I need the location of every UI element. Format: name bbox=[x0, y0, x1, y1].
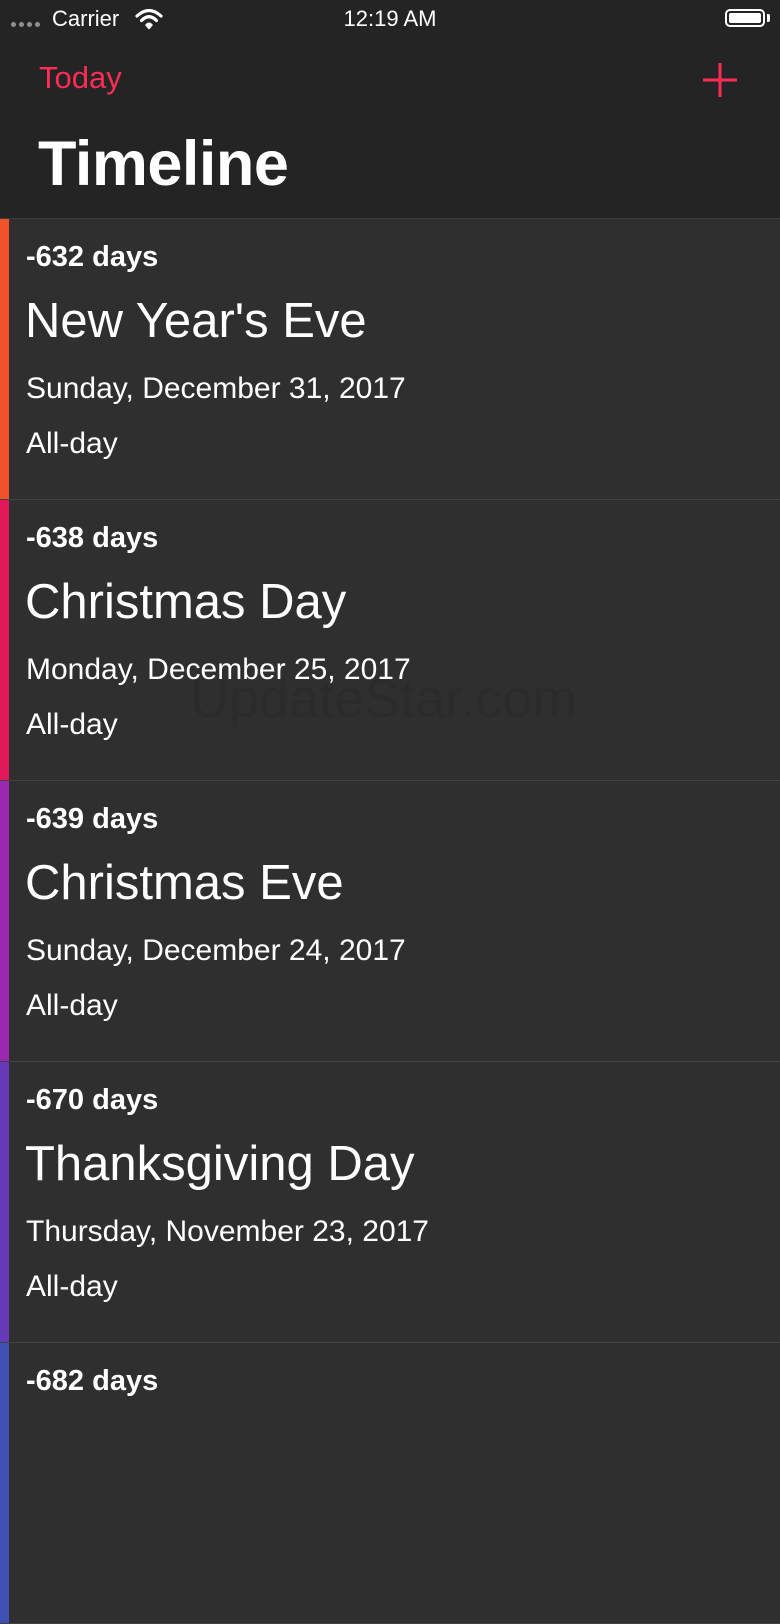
event-date: Thursday, November 23, 2017 bbox=[26, 1215, 429, 1248]
event-date: Sunday, December 24, 2017 bbox=[26, 934, 406, 967]
event-title: New Year's Eve bbox=[25, 294, 367, 348]
days-count: -682 days bbox=[26, 1365, 159, 1397]
event-row[interactable]: -682 days bbox=[0, 1343, 780, 1624]
event-time: All-day bbox=[26, 1270, 118, 1303]
event-title: Thanksgiving Day bbox=[25, 1137, 415, 1191]
days-count: -632 days bbox=[26, 241, 159, 273]
days-count: -670 days bbox=[26, 1084, 159, 1116]
days-count: -639 days bbox=[26, 803, 159, 835]
battery-nub bbox=[767, 14, 770, 22]
event-row[interactable]: -638 days Christmas Day Monday, December… bbox=[0, 500, 780, 781]
days-count: -638 days bbox=[26, 522, 159, 554]
event-color-bar bbox=[0, 500, 9, 780]
event-color-bar bbox=[0, 1062, 9, 1342]
plus-icon[interactable] bbox=[700, 60, 740, 100]
status-bar: Carrier 12:19 AM bbox=[0, 0, 780, 40]
event-color-bar bbox=[0, 219, 9, 499]
today-button[interactable]: Today bbox=[39, 60, 122, 96]
event-color-bar bbox=[0, 781, 9, 1061]
event-time: All-day bbox=[26, 427, 118, 460]
event-date: Sunday, December 31, 2017 bbox=[26, 372, 406, 405]
event-row[interactable]: -670 days Thanksgiving Day Thursday, Nov… bbox=[0, 1062, 780, 1343]
event-title: Christmas Eve bbox=[25, 856, 344, 910]
event-time: All-day bbox=[26, 708, 118, 741]
event-list: -632 days New Year's Eve Sunday, Decembe… bbox=[0, 219, 780, 1624]
event-date: Monday, December 25, 2017 bbox=[26, 653, 411, 686]
event-color-bar bbox=[0, 1343, 9, 1623]
event-row[interactable]: -639 days Christmas Eve Sunday, December… bbox=[0, 781, 780, 1062]
status-time: 12:19 AM bbox=[343, 6, 437, 31]
battery-icon bbox=[725, 9, 765, 27]
event-title: Christmas Day bbox=[25, 575, 347, 629]
page-title: Timeline bbox=[38, 129, 289, 199]
event-row[interactable]: -632 days New Year's Eve Sunday, Decembe… bbox=[0, 219, 780, 500]
event-time: All-day bbox=[26, 989, 118, 1022]
navigation-header: Carrier 12:19 AM Today Timeline bbox=[0, 0, 780, 219]
